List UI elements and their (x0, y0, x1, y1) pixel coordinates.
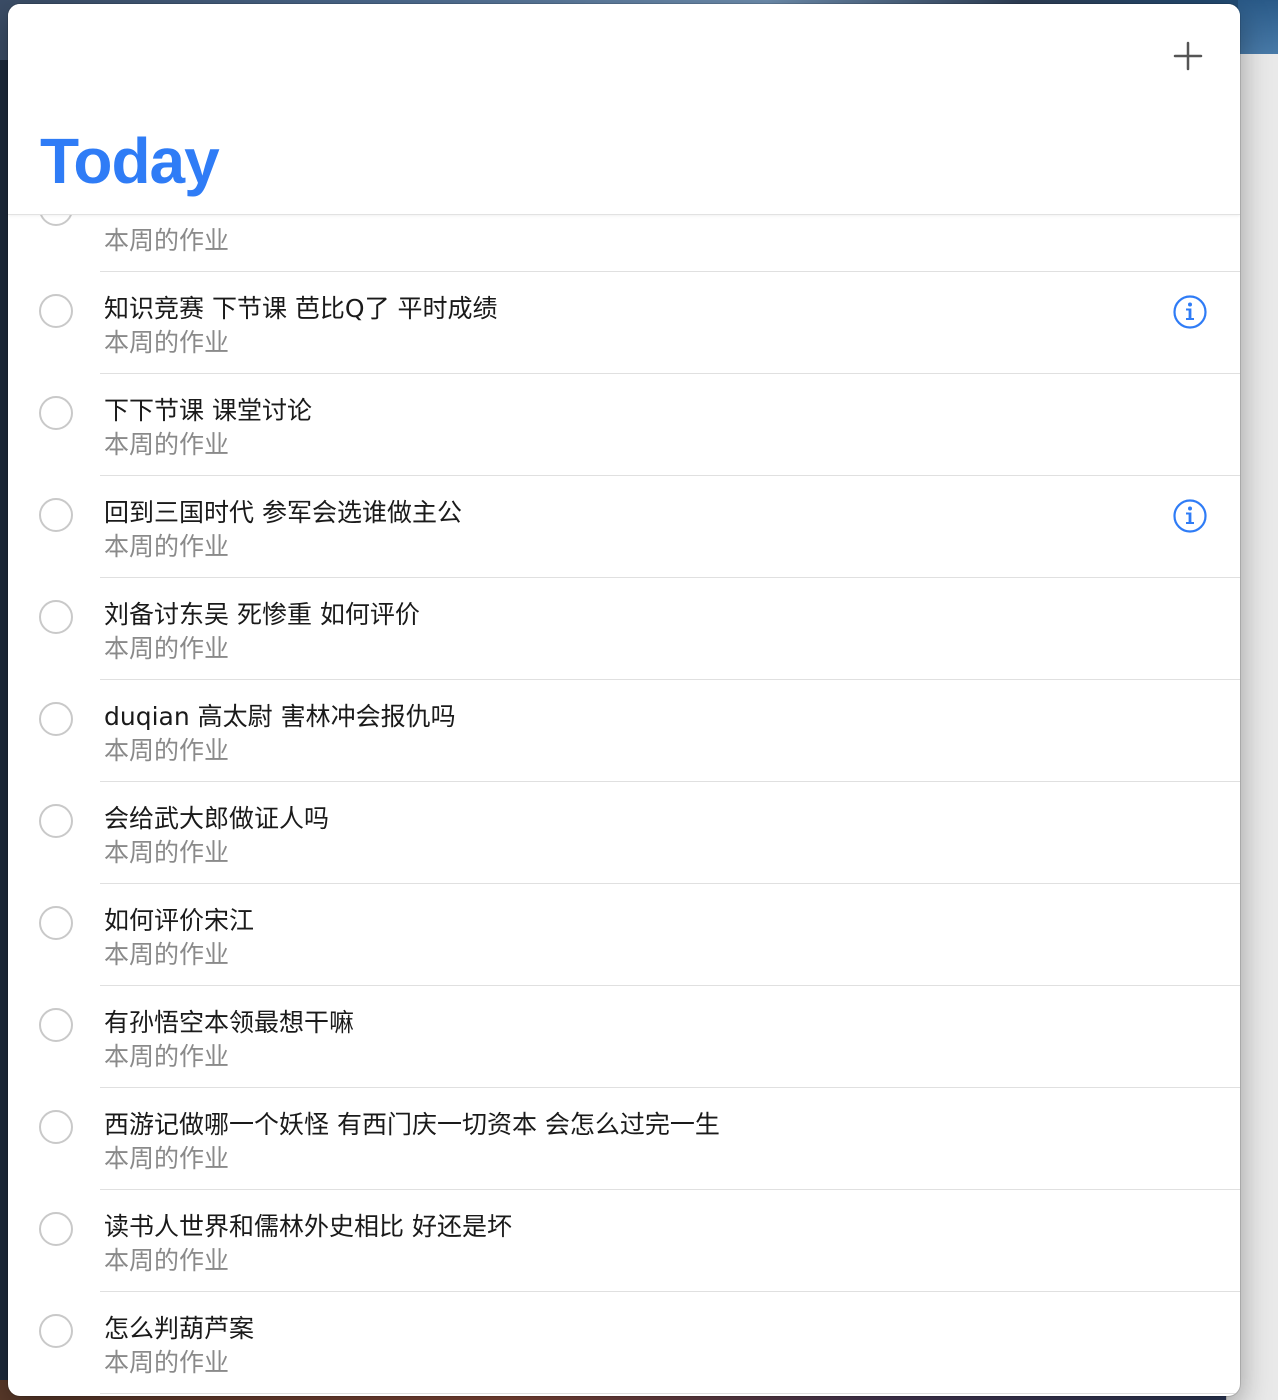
reminder-list-name: 本周的作业 (104, 430, 230, 459)
reminder-row[interactable]: 如何评价宋江 本周的作业 (8, 884, 1240, 986)
info-icon (1173, 499, 1207, 533)
reminder-row[interactable]: 回到三国时代 参军会选谁做主公 本周的作业 (8, 476, 1240, 578)
reminder-list-name: 本周的作业 (104, 634, 230, 663)
reminder-title[interactable]: 怎么判葫芦案 (104, 1312, 254, 1346)
complete-checkbox[interactable] (39, 600, 73, 634)
reminder-title[interactable]: 回到三国时代 参军会选谁做主公 (104, 496, 462, 530)
reminder-list-name: 本周的作业 (104, 328, 230, 357)
reminder-row[interactable]: 知识竞赛 下节课 芭比Q了 平时成绩 本周的作业 (8, 272, 1240, 374)
reminder-title[interactable]: 有孙悟空本领最想干嘛 (104, 1006, 354, 1040)
reminders-window: Today 本周的作业 知识竞赛 下节课 芭比Q了 平时成绩 本周的作业 下下节… (8, 4, 1240, 1396)
reminder-list-name: 本周的作业 (104, 838, 230, 867)
complete-checkbox[interactable] (39, 906, 73, 940)
plus-icon (1173, 41, 1203, 71)
reminder-list-name: 本周的作业 (104, 1144, 230, 1173)
reminder-list-name: 本周的作业 (104, 1348, 230, 1377)
reminder-row[interactable]: 怎么判葫芦案 本周的作业 (8, 1292, 1240, 1394)
reminder-row[interactable]: duqian 高太尉 害林冲会报仇吗 本周的作业 (8, 680, 1240, 782)
complete-checkbox[interactable] (39, 294, 73, 328)
reminder-list-name: 本周的作业 (104, 532, 230, 561)
reminder-list-name: 本周的作业 (104, 736, 230, 765)
reminder-row[interactable]: 读书人世界和儒林外史相比 好还是坏 本周的作业 (8, 1190, 1240, 1292)
row-divider (100, 1393, 1240, 1394)
desktop-wallpaper-right (1238, 0, 1278, 60)
reminder-title[interactable]: 会给武大郎做证人吗 (104, 802, 329, 836)
complete-checkbox[interactable] (39, 1212, 73, 1246)
info-button[interactable] (1172, 294, 1208, 330)
reminder-title[interactable]: 刘备讨东吴 死惨重 如何评价 (104, 598, 420, 632)
reminder-row[interactable]: 有孙悟空本领最想干嘛 本周的作业 (8, 986, 1240, 1088)
complete-checkbox[interactable] (39, 804, 73, 838)
reminder-title[interactable]: duqian 高太尉 害林冲会报仇吗 (104, 700, 456, 734)
reminder-list-name: 本周的作业 (104, 226, 230, 255)
reminder-row[interactable]: 西游记做哪一个妖怪 有西门庆一切资本 会怎么过完一生 本周的作业 (8, 1088, 1240, 1190)
complete-checkbox[interactable] (39, 702, 73, 736)
reminder-list: 本周的作业 知识竞赛 下节课 芭比Q了 平时成绩 本周的作业 下下节课 课堂讨论… (8, 170, 1240, 1394)
info-button[interactable] (1172, 498, 1208, 534)
complete-checkbox[interactable] (39, 1110, 73, 1144)
reminder-list-name: 本周的作业 (104, 1246, 230, 1275)
page-title: Today (40, 125, 220, 197)
list-header: Today (8, 4, 1240, 215)
reminder-row[interactable]: 刘备讨东吴 死惨重 如何评价 本周的作业 (8, 578, 1240, 680)
complete-checkbox[interactable] (39, 1314, 73, 1348)
reminder-title[interactable]: 如何评价宋江 (104, 904, 254, 938)
reminder-title[interactable]: 下下节课 课堂讨论 (104, 394, 312, 428)
reminder-title[interactable]: 西游记做哪一个妖怪 有西门庆一切资本 会怎么过完一生 (104, 1108, 720, 1142)
complete-checkbox[interactable] (39, 498, 73, 532)
reminder-list-name: 本周的作业 (104, 940, 230, 969)
reminder-row[interactable]: 下下节课 课堂讨论 本周的作业 (8, 374, 1240, 476)
info-icon (1173, 295, 1207, 329)
reminder-list-name: 本周的作业 (104, 1042, 230, 1071)
reminder-row[interactable]: 会给武大郎做证人吗 本周的作业 (8, 782, 1240, 884)
complete-checkbox[interactable] (39, 1008, 73, 1042)
reminder-title[interactable]: 知识竞赛 下节课 芭比Q了 平时成绩 (104, 292, 498, 326)
add-reminder-button[interactable] (1168, 36, 1208, 76)
reminder-title[interactable]: 读书人世界和儒林外史相比 好还是坏 (104, 1210, 512, 1244)
complete-checkbox[interactable] (39, 396, 73, 430)
